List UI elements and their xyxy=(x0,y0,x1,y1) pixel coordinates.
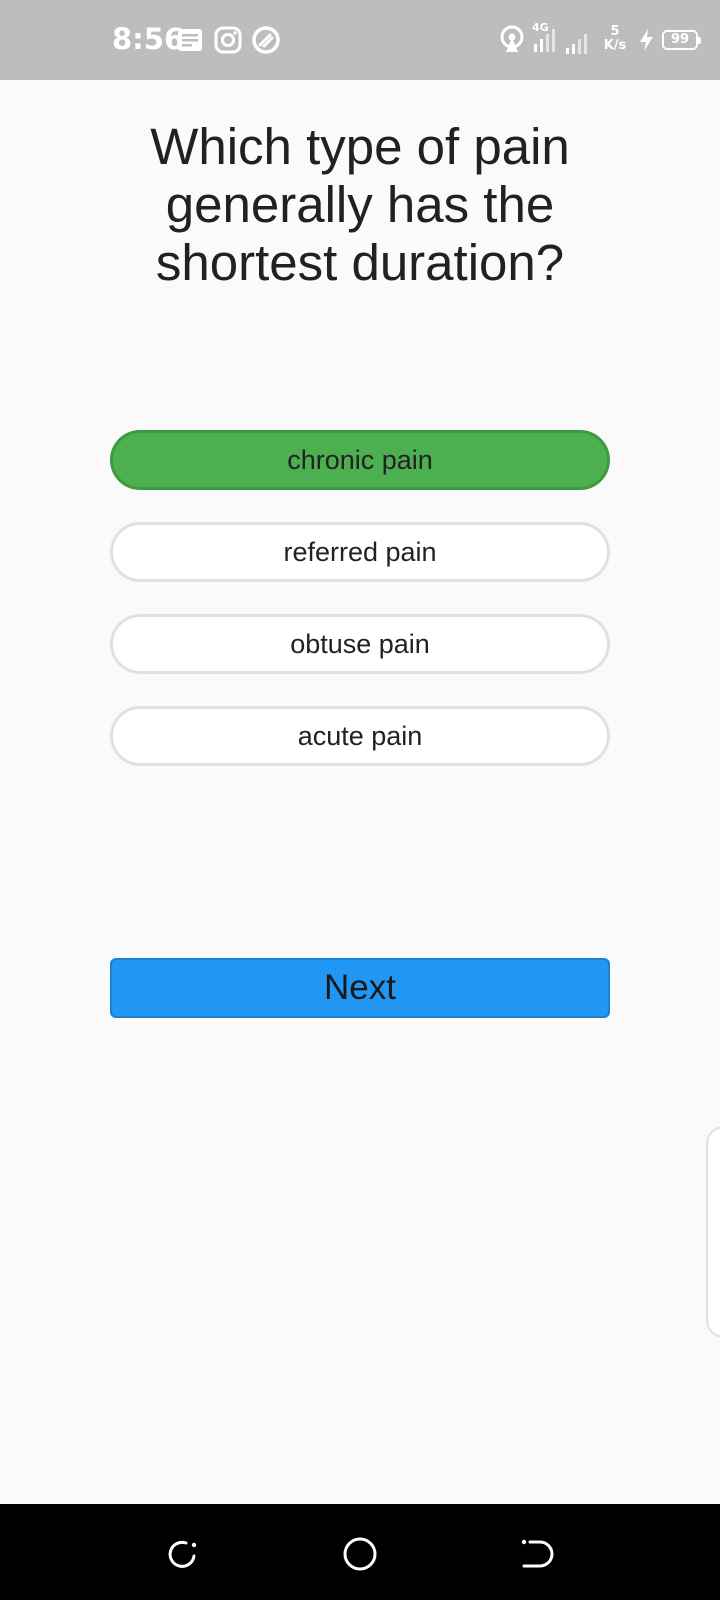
instagram-icon xyxy=(214,26,242,54)
option-obtuse-pain[interactable]: obtuse pain xyxy=(110,614,610,674)
option-referred-pain[interactable]: referred pain xyxy=(110,522,610,582)
navigation-bar xyxy=(0,1504,720,1600)
net-speed: 5 K/s xyxy=(598,25,632,53)
recent-apps-icon[interactable] xyxy=(164,1534,204,1574)
charging-icon xyxy=(640,29,653,51)
answer-options: chronic pain referred pain obtuse pain a… xyxy=(110,430,610,798)
status-bar: 8:56 4G 5 K/s 99 xyxy=(0,0,720,80)
hotspot-icon xyxy=(500,25,524,52)
net-speed-unit: K/s xyxy=(603,38,627,53)
next-button[interactable]: Next xyxy=(110,958,610,1018)
signal-4g-icon: 4G xyxy=(532,21,555,52)
net-speed-value: 5 xyxy=(610,24,620,39)
back-icon[interactable] xyxy=(516,1534,556,1574)
app-icon xyxy=(252,26,280,54)
edge-panel-handle[interactable] xyxy=(706,1126,720,1338)
option-acute-pain[interactable]: acute pain xyxy=(110,706,610,766)
battery-indicator: 99 xyxy=(662,30,701,50)
home-icon[interactable] xyxy=(340,1534,380,1574)
signal-icon xyxy=(566,34,587,54)
svg-text:4G: 4G xyxy=(532,21,549,34)
option-chronic-pain[interactable]: chronic pain xyxy=(110,430,610,490)
question-text: Which type of pain generally has the sho… xyxy=(150,118,570,291)
notes-icon xyxy=(178,29,202,51)
